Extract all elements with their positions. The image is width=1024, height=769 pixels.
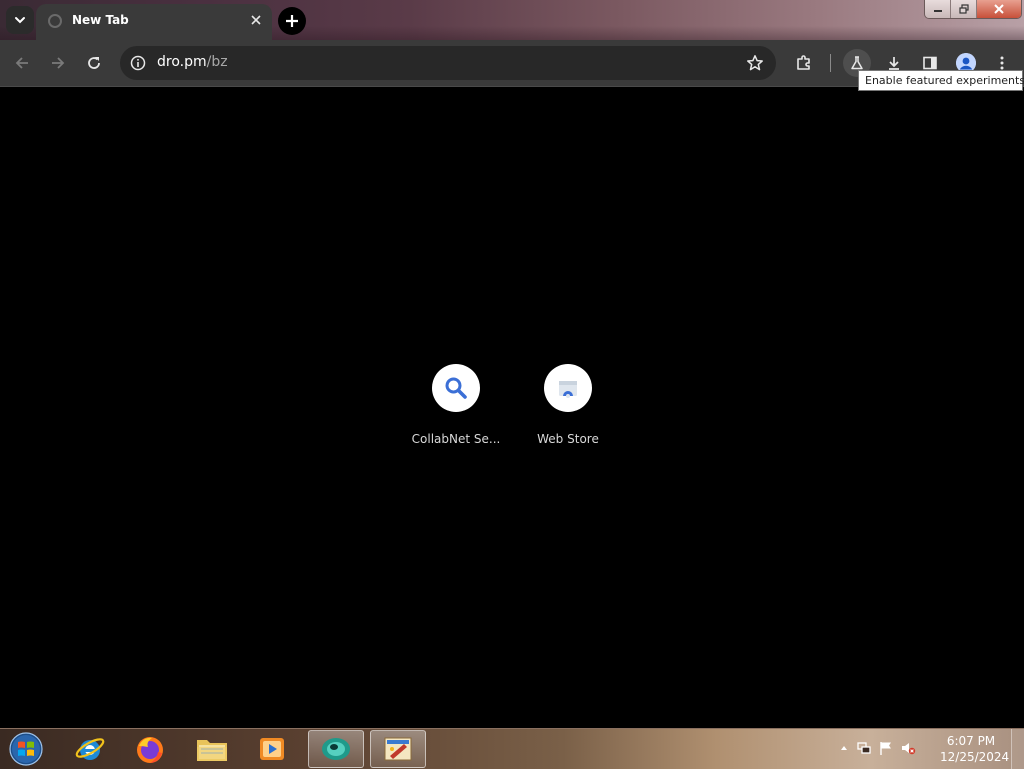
- arrow-right-icon: [52, 57, 65, 69]
- taskbar-file-explorer[interactable]: [184, 730, 240, 768]
- close-window-button[interactable]: [977, 0, 1021, 18]
- restore-button[interactable]: [951, 0, 977, 18]
- download-icon: [889, 57, 899, 70]
- internet-explorer-icon: [75, 738, 105, 760]
- side-panel-icon: [923, 56, 937, 70]
- minimize-button[interactable]: [925, 0, 951, 18]
- volume-tray-button[interactable]: [900, 740, 916, 756]
- shortcut-web-store[interactable]: Web Store: [512, 360, 624, 446]
- bookmark-button[interactable]: [744, 52, 766, 74]
- new-tab-favicon-icon: [48, 14, 62, 28]
- title-bar: New Tab: [0, 0, 1024, 40]
- restore-icon: [958, 4, 969, 14]
- arrow-left-icon: [15, 57, 28, 69]
- tab-close-button[interactable]: [246, 10, 266, 30]
- paint-icon: [384, 737, 412, 761]
- url-host: dro.pm: [157, 54, 207, 70]
- extensions-button[interactable]: [790, 49, 818, 77]
- start-button[interactable]: [0, 730, 52, 768]
- network-tray-button[interactable]: [856, 740, 872, 756]
- taskbar-internet-explorer[interactable]: [62, 730, 118, 768]
- info-icon: [130, 55, 146, 71]
- show-desktop-button[interactable]: [1011, 729, 1024, 769]
- tab-title: New Tab: [72, 13, 129, 27]
- network-icon: [857, 742, 871, 754]
- forward-button[interactable]: [44, 49, 72, 77]
- speaker-muted-icon: [902, 743, 916, 755]
- action-center-button[interactable]: [878, 740, 894, 756]
- taskbar-clock[interactable]: 6:07 PM 12/25/2024: [940, 733, 1010, 765]
- chevron-up-icon: [841, 746, 847, 750]
- chevron-down-icon: [15, 17, 25, 24]
- reload-icon: [88, 57, 100, 69]
- window-controls: [924, 0, 1022, 19]
- magnifier-icon: [445, 377, 467, 399]
- taskbar-firefox[interactable]: [122, 730, 178, 768]
- experiments-tooltip: Enable featured experiments: [858, 70, 1024, 91]
- taskbar-paint[interactable]: [370, 730, 426, 768]
- site-info-button[interactable]: [128, 53, 148, 73]
- plus-icon: [286, 15, 298, 27]
- taskbar: 6:07 PM 12/25/2024: [0, 728, 1024, 769]
- minimize-icon: [933, 10, 942, 12]
- flag-icon: [880, 742, 891, 755]
- close-icon: [994, 4, 1004, 14]
- url-text[interactable]: dro.pm/bz: [157, 54, 228, 70]
- folder-icon: [197, 740, 227, 761]
- tab-search-button[interactable]: [6, 6, 34, 34]
- web-store-icon: [559, 381, 577, 398]
- puzzle-icon: [797, 55, 810, 70]
- kebab-menu-icon: [1000, 56, 1004, 70]
- shortcut-collabnet[interactable]: CollabNet Se...: [400, 360, 512, 446]
- windows-start-icon: [9, 732, 43, 766]
- flask-icon: [851, 56, 863, 70]
- tab-new-tab[interactable]: New Tab: [36, 4, 272, 40]
- media-player-icon: [260, 738, 284, 760]
- back-button[interactable]: [8, 49, 36, 77]
- close-icon: [251, 15, 261, 25]
- firefox-icon: [137, 737, 163, 763]
- reload-button[interactable]: [80, 49, 108, 77]
- taskbar-media-player[interactable]: [244, 730, 300, 768]
- shortcut-label: CollabNet Se...: [411, 432, 501, 446]
- toolbar-separator: [830, 54, 831, 72]
- address-bar[interactable]: dro.pm/bz: [120, 46, 776, 80]
- clock-date: 12/25/2024: [940, 750, 1010, 764]
- chrome-app-icon: [322, 738, 350, 760]
- url-path: /bz: [206, 54, 228, 70]
- shortcut-icon-circle: [432, 364, 480, 412]
- new-tab-button[interactable]: [278, 7, 306, 35]
- system-tray: 6:07 PM 12/25/2024: [834, 729, 1024, 769]
- shortcut-icon-circle: [544, 364, 592, 412]
- taskbar-chrome[interactable]: [308, 730, 364, 768]
- shortcut-label: Web Store: [537, 432, 599, 446]
- clock-time: 6:07 PM: [946, 734, 996, 748]
- show-hidden-icons-button[interactable]: [836, 740, 852, 756]
- star-icon: [747, 55, 763, 71]
